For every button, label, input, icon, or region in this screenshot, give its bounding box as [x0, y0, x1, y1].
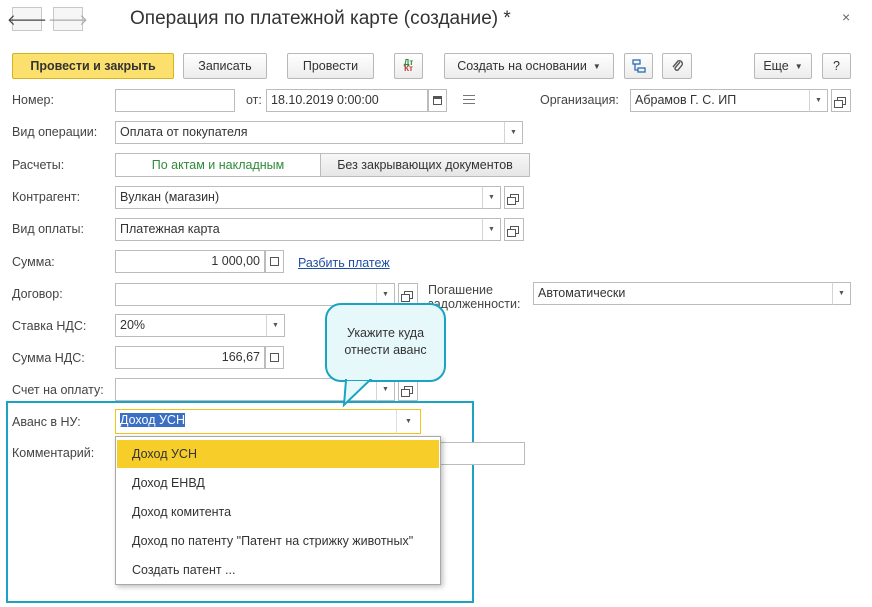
dt-kt-button[interactable]: Дт Кт [394, 53, 423, 79]
dropdown-option-envd[interactable]: Доход ЕНВД [117, 469, 439, 497]
forward-button[interactable]: 🡒 [48, 7, 88, 31]
dropdown-option-create-patent[interactable]: Создать патент ... [117, 556, 439, 584]
chevron-down-icon: ▼ [488, 226, 495, 233]
settlements-label: Расчеты: [12, 158, 65, 172]
open-icon [506, 225, 519, 237]
create-based-on-label: Создать на основании [457, 59, 587, 73]
date-field[interactable]: 18.10.2019 0:00:00 [266, 89, 428, 112]
vat-amount-label: Сумма НДС: [12, 351, 85, 365]
vat-rate-label: Ставка НДС: [12, 319, 87, 333]
chevron-down-icon: ▼ [815, 97, 822, 104]
counterparty-field[interactable]: Вулкан (магазин) [115, 186, 483, 209]
advance-dropdown-list: Доход УСН Доход ЕНВД Доход комитента Дох… [115, 436, 441, 585]
chevron-down-icon: ▼ [382, 291, 389, 298]
structure-button[interactable] [624, 53, 653, 79]
advance-dropdown-button[interactable]: ▼ [396, 409, 421, 434]
back-button[interactable]: 🡐 [7, 7, 47, 31]
hint-line-1: Укажите куда [346, 326, 425, 340]
amount-calculator-button[interactable] [265, 250, 284, 273]
calendar-icon [433, 96, 442, 105]
calculator-icon [270, 257, 279, 266]
vat-rate-dropdown-button[interactable]: ▼ [266, 314, 285, 337]
caret-down-icon: ▼ [794, 61, 803, 71]
chevron-down-icon: ▼ [405, 418, 412, 425]
counterparty-open-button[interactable] [504, 186, 524, 209]
date-prefix-label: от: [246, 93, 262, 107]
operation-type-label: Вид операции: [12, 125, 98, 139]
organization-dropdown-button[interactable]: ▼ [809, 89, 828, 112]
debt-repayment-label-line1: Погашение [428, 283, 493, 297]
hint-line-2: отнести аванс [344, 342, 427, 357]
advance-selected-text: Доход УСН [120, 413, 185, 427]
hint-bubble: Укажите куда отнести аванс [325, 303, 446, 382]
hierarchy-icon [631, 59, 646, 73]
advance-field[interactable]: Доход УСН [115, 409, 397, 434]
contract-label: Договор: [12, 287, 63, 301]
create-based-on-button[interactable]: Создать на основании ▼ [444, 53, 614, 79]
calculator-icon [270, 353, 279, 362]
invoice-label: Счет на оплату: [12, 383, 104, 397]
vat-rate-field[interactable]: 20% [115, 314, 267, 337]
open-icon [506, 193, 519, 205]
save-button[interactable]: Записать [183, 53, 267, 79]
counterparty-label: Контрагент: [12, 190, 81, 204]
more-label: Еще [763, 59, 789, 73]
amount-label: Сумма: [12, 255, 55, 269]
organization-label: Организация: [540, 93, 619, 107]
dropdown-option-commitent[interactable]: Доход комитента [117, 498, 439, 526]
organization-field[interactable]: Абрамов Г. С. ИП [630, 89, 810, 112]
advance-label: Аванс в НУ: [12, 415, 81, 429]
chevron-down-icon: ▼ [382, 386, 389, 393]
vat-amount-field[interactable]: 166,67 [115, 346, 265, 369]
dropdown-option-usn[interactable]: Доход УСН [117, 440, 439, 468]
post-button[interactable]: Провести [287, 53, 374, 79]
comment-label: Комментарий: [12, 446, 95, 460]
arrow-right-icon: 🡒 [47, 11, 89, 29]
help-button[interactable]: ? [822, 53, 851, 79]
counterparty-dropdown-button[interactable]: ▼ [482, 186, 501, 209]
payment-type-dropdown-button[interactable]: ▼ [482, 218, 501, 241]
amount-field[interactable]: 1 000,00 [115, 250, 265, 273]
chevron-down-icon: ▼ [510, 129, 517, 136]
split-payment-link[interactable]: Разбить платеж [298, 256, 390, 270]
debt-repayment-field[interactable]: Автоматически [533, 282, 833, 305]
open-icon [400, 385, 413, 397]
number-label: Номер: [12, 93, 54, 107]
payment-type-label: Вид оплаты: [12, 222, 84, 236]
operation-type-field[interactable]: Оплата от покупателя [115, 121, 505, 144]
chevron-down-icon: ▼ [272, 322, 279, 329]
list-icon[interactable] [463, 95, 475, 104]
chevron-down-icon: ▼ [488, 194, 495, 201]
organization-open-button[interactable] [831, 89, 851, 112]
close-icon[interactable]: × [842, 9, 850, 25]
open-icon [400, 290, 413, 302]
open-icon [833, 96, 846, 108]
more-button[interactable]: Еще ▼ [754, 53, 812, 79]
arrow-left-icon: 🡐 [6, 11, 48, 29]
paperclip-icon [672, 60, 683, 71]
calendar-button[interactable] [428, 89, 447, 112]
chevron-down-icon: ▼ [838, 290, 845, 297]
attach-button[interactable] [662, 53, 692, 79]
caret-down-icon: ▼ [592, 61, 601, 71]
post-and-close-button[interactable]: Провести и закрыть [12, 53, 174, 79]
window-title: Операция по платежной карте (создание) * [130, 8, 511, 29]
number-field[interactable] [115, 89, 235, 112]
settlements-no-docs-option[interactable]: Без закрывающих документов [320, 153, 530, 177]
dropdown-option-patent[interactable]: Доход по патенту "Патент на стрижку живо… [117, 527, 439, 555]
vat-amount-calculator-button[interactable] [265, 346, 284, 369]
debt-repayment-dropdown-button[interactable]: ▼ [832, 282, 851, 305]
operation-type-dropdown-button[interactable]: ▼ [504, 121, 523, 144]
payment-type-open-button[interactable] [504, 218, 524, 241]
settlements-by-acts-option[interactable]: По актам и накладным [115, 153, 321, 177]
hint-pointer [342, 378, 373, 408]
payment-type-field[interactable]: Платежная карта [115, 218, 483, 241]
